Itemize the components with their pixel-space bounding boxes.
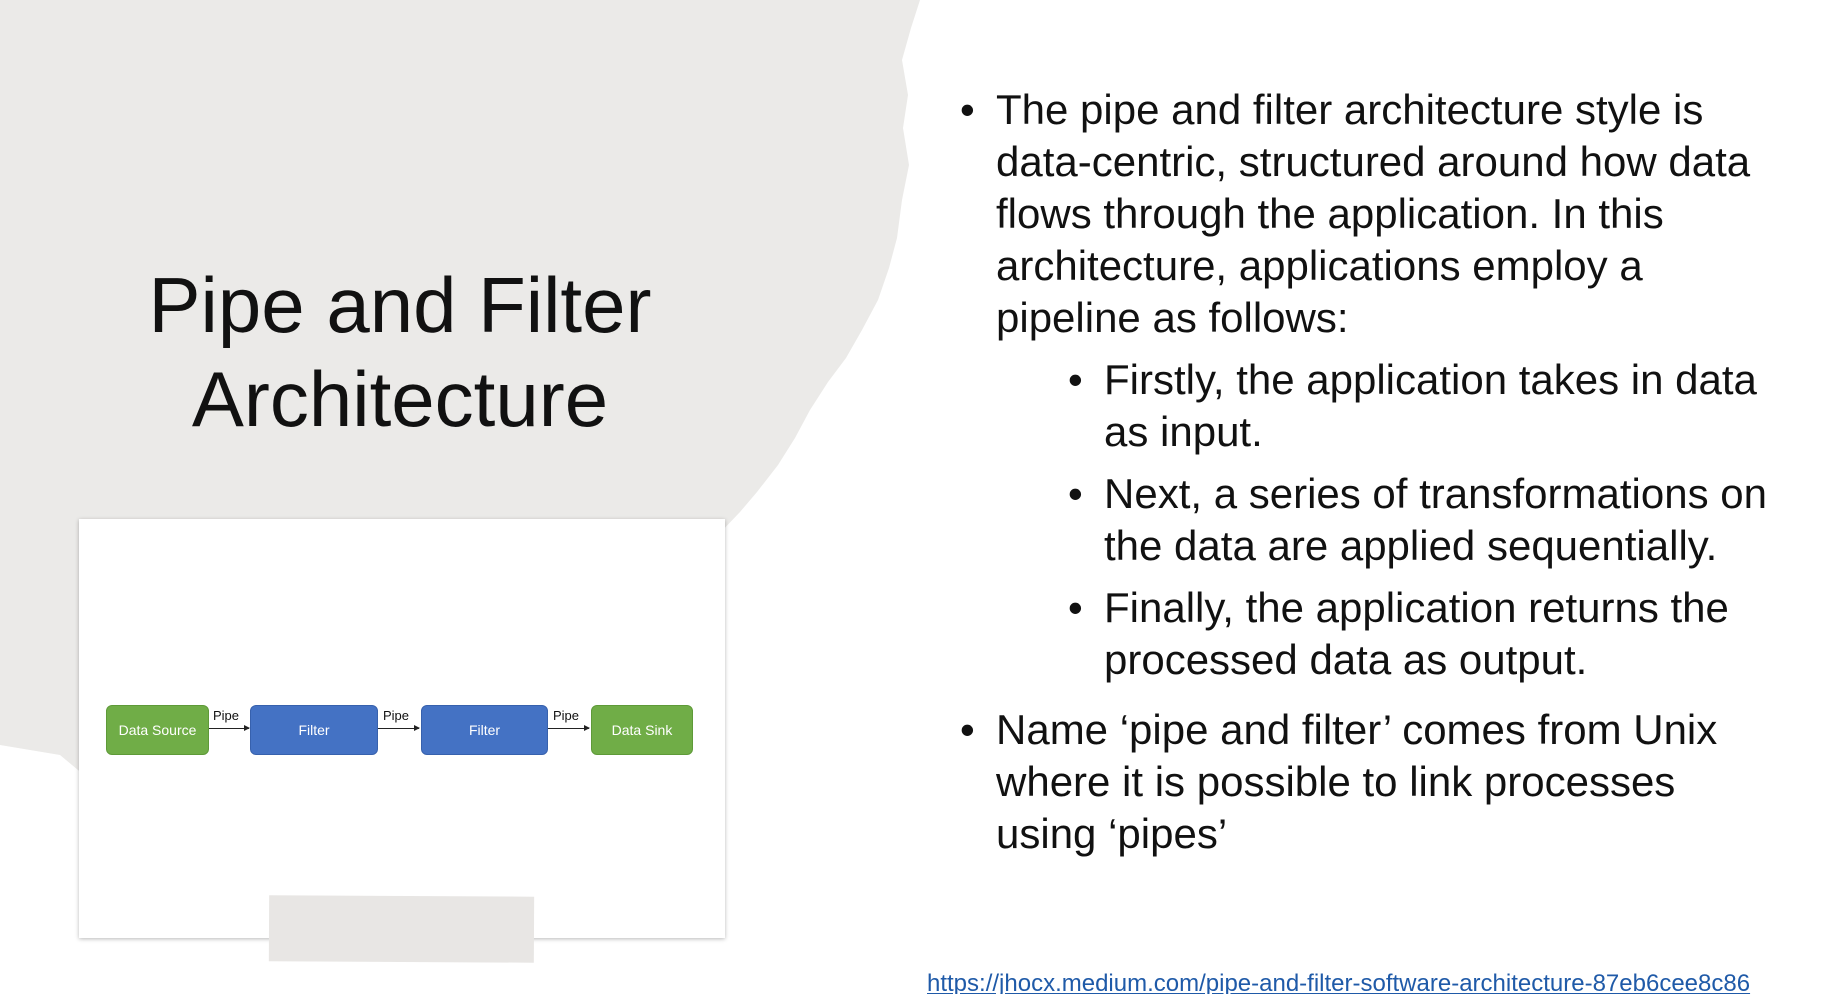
slide-title-line: Architecture xyxy=(191,355,609,443)
bullet-glyph: • xyxy=(960,86,975,133)
filter-node: Filter xyxy=(421,705,548,755)
pipe-arrow xyxy=(548,725,590,731)
data-source-node: Data Source xyxy=(106,705,209,755)
slide-title-line: Pipe and Filter xyxy=(148,261,652,349)
slide: Pipe and Filter Architecture Data Source… xyxy=(0,0,1824,994)
pipe-label: Pipe xyxy=(383,708,410,723)
sub-bullet-item: • Finally, the application returns the p… xyxy=(1068,582,1780,686)
pipe-arrow xyxy=(378,725,420,731)
source-link[interactable]: https://jhocx.medium.com/pipe-and-filter… xyxy=(927,970,1750,994)
slide-title: Pipe and Filter Architecture xyxy=(60,258,740,446)
sub-bullet-item: • Next, a series of transformations on t… xyxy=(1068,468,1780,572)
bullet-item: • Name ‘pipe and filter’ comes from Unix… xyxy=(960,704,1780,860)
bullet-glyph: • xyxy=(1068,356,1083,403)
bullet-glyph: • xyxy=(1068,584,1083,631)
data-sink-node: Data Sink xyxy=(591,705,693,755)
sub-bullet-text: Finally, the application returns the pro… xyxy=(1104,584,1729,683)
pipe-label: Pipe xyxy=(553,708,580,723)
sub-bullet-list: • Firstly, the application takes in data… xyxy=(996,354,1780,686)
tape-strip xyxy=(268,895,535,963)
pipe-arrow xyxy=(209,725,250,731)
bullet-text: Name ‘pipe and filter’ comes from Unix w… xyxy=(996,706,1718,857)
bullet-list: • The pipe and filter architecture style… xyxy=(960,84,1780,878)
pipe-label: Pipe xyxy=(213,708,240,723)
bullet-item: • The pipe and filter architecture style… xyxy=(960,84,1780,686)
bullet-glyph: • xyxy=(1068,470,1083,517)
filter-node: Filter xyxy=(250,705,378,755)
sub-bullet-item: • Firstly, the application takes in data… xyxy=(1068,354,1780,458)
sub-bullet-text: Firstly, the application takes in data a… xyxy=(1104,356,1757,455)
sub-bullet-text: Next, a series of transformations on the… xyxy=(1104,470,1767,569)
bullet-glyph: • xyxy=(960,706,975,753)
bullet-text: The pipe and filter architecture style i… xyxy=(996,86,1751,341)
